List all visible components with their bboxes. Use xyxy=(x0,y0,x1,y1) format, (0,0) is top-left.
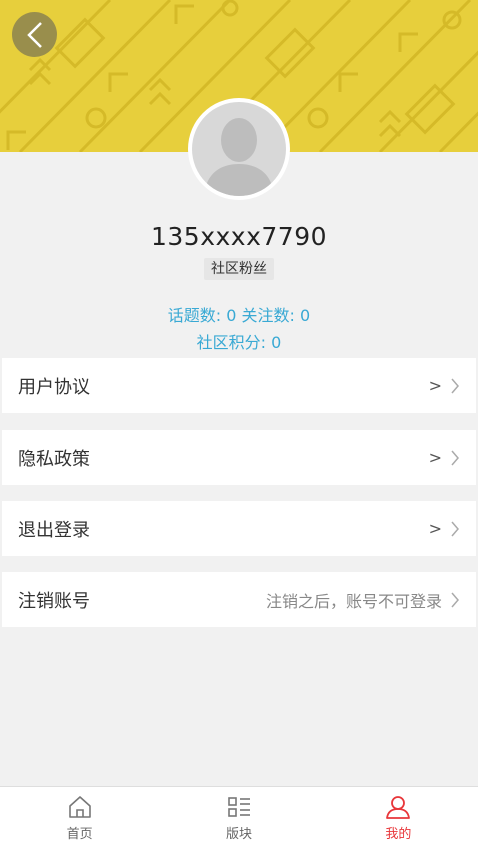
tab-label: 版块 xyxy=(225,827,252,842)
home-icon xyxy=(68,796,91,818)
menu-hint: > xyxy=(428,519,442,538)
menu-delete-account[interactable]: 注销账号 注销之后，账号不可登录 xyxy=(2,572,476,627)
tab-category[interactable]: 版块 xyxy=(159,787,318,850)
tab-home[interactable]: 首页 xyxy=(0,787,159,850)
menu-user-agreement[interactable]: 用户协议 > xyxy=(2,358,476,413)
menu-label: 隐私政策 xyxy=(18,448,90,470)
chevron-right-icon xyxy=(451,592,459,607)
menu-label: 用户协议 xyxy=(18,376,90,398)
tab-label: 首页 xyxy=(66,827,93,842)
chevron-right-icon xyxy=(451,521,459,536)
category-icon xyxy=(228,797,250,817)
profile-page: 135xxxx7790 社区粉丝 话题数: 0 关注数: 0 社区积分: 0 用… xyxy=(0,0,478,850)
back-button[interactable] xyxy=(12,12,57,57)
username: 135xxxx7790 xyxy=(150,222,328,251)
default-avatar-icon xyxy=(192,102,286,196)
menu-label: 退出登录 xyxy=(18,519,90,541)
community-points: 社区积分: 0 xyxy=(196,333,282,352)
menu-hint: > xyxy=(428,448,442,467)
bottom-tab-bar: 首页 版块 我的 xyxy=(0,786,478,850)
menu-label: 注销账号 xyxy=(18,590,90,612)
tab-mine[interactable]: 我的 xyxy=(319,787,478,850)
topic-follow-stats: 话题数: 0 关注数: 0 xyxy=(167,306,311,325)
menu-hint: 注销之后，账号不可登录 xyxy=(265,591,442,611)
role-badge: 社区粉丝 xyxy=(204,258,274,280)
menu-hint: > xyxy=(428,376,442,395)
user-icon xyxy=(386,796,411,819)
menu-logout[interactable]: 退出登录 > xyxy=(2,501,476,556)
chevron-left-icon xyxy=(26,21,42,48)
chevron-right-icon xyxy=(451,450,459,465)
menu-privacy-policy[interactable]: 隐私政策 > xyxy=(2,430,476,485)
chevron-right-icon xyxy=(451,378,459,393)
tab-label: 我的 xyxy=(385,827,412,842)
avatar[interactable] xyxy=(188,98,290,200)
